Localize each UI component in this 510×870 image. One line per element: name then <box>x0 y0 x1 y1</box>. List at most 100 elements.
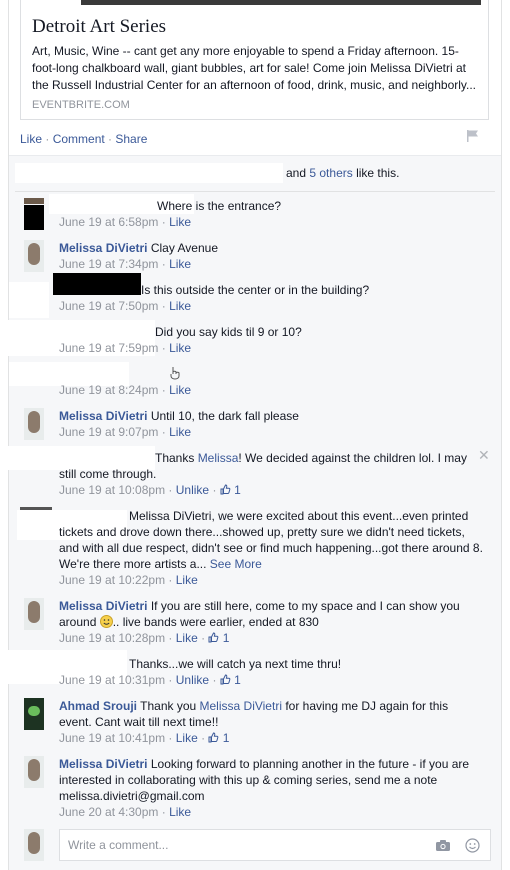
like-count[interactable]: 1 <box>234 673 241 687</box>
comment-meta: June 19 at 8:24pm · Like <box>59 383 192 397</box>
comment-body: Thanks <box>155 451 198 465</box>
comment-body: Clay Avenue <box>150 241 219 255</box>
comment-body: ! We decided against the children lol. I… <box>59 451 467 481</box>
like-link[interactable]: Like <box>20 132 42 146</box>
separator: · <box>42 132 53 146</box>
comment-like-link[interactable]: Like <box>176 573 198 587</box>
comment-meta: June 19 at 10:41pm · Like · 1 <box>59 731 230 745</box>
comment-item: Is this outside the center or in the bui… <box>9 273 501 318</box>
comment-time[interactable]: June 19 at 10:31pm <box>59 673 165 687</box>
comment-like-link[interactable]: Like <box>176 631 198 645</box>
comment-time[interactable]: June 19 at 9:07pm <box>59 425 158 439</box>
comment-time[interactable]: June 19 at 10:28pm <box>59 631 165 645</box>
comment-time[interactable]: June 19 at 7:59pm <box>59 341 158 355</box>
comment-like-link[interactable]: Like <box>169 341 191 355</box>
comment-like-link[interactable]: Like <box>169 257 191 271</box>
redaction <box>53 273 141 295</box>
mention-link[interactable]: Melissa <box>198 451 239 465</box>
comment-item: June 19 at 8:24pm · Like <box>9 362 501 402</box>
like-count[interactable]: 1 <box>234 483 241 497</box>
mention-link[interactable]: Melissa DiVietri <box>200 699 282 713</box>
comment-author[interactable]: Melissa DiVietri <box>59 241 148 255</box>
emoji-smile-icon <box>99 615 113 628</box>
comment-meta: June 19 at 10:22pm · Like <box>59 573 198 587</box>
comment-time[interactable]: June 19 at 7:34pm <box>59 257 158 271</box>
comment-time[interactable]: June 20 at 4:30pm <box>59 805 158 819</box>
comment-like-link[interactable]: Unlike <box>176 483 209 497</box>
comment-time[interactable]: June 19 at 8:24pm <box>59 383 158 397</box>
comment-like-link[interactable]: Like <box>169 215 191 229</box>
comment-input[interactable] <box>66 837 430 853</box>
avatar[interactable] <box>24 698 44 730</box>
comment-text: Thanks Melissa! We decided against the c… <box>59 450 484 482</box>
avatar[interactable] <box>24 240 44 272</box>
like-thumb-icon <box>208 632 219 643</box>
likes-others-link[interactable]: 5 others <box>309 166 352 180</box>
comment-time[interactable]: June 19 at 10:41pm <box>59 731 165 745</box>
comment-time[interactable]: June 19 at 10:08pm <box>59 483 165 497</box>
comment-author[interactable]: Ahmad Srouji <box>59 699 137 713</box>
emoji-icon[interactable] <box>465 838 480 853</box>
comment-text: Thanks...we will catch ya next time thru… <box>129 657 342 671</box>
like-count[interactable]: 1 <box>223 731 230 745</box>
comment-item: Ahmad Srouji Thank you Melissa DiVietri … <box>9 698 501 750</box>
redaction <box>9 282 49 318</box>
comment-body: Thank you <box>140 699 200 713</box>
comment-text: Is this outside the center or in the bui… <box>141 283 370 297</box>
post-card: Detroit Art Series Art, Music, Wine -- c… <box>0 0 510 870</box>
see-more-link[interactable]: See More <box>210 557 262 571</box>
comment-meta: June 19 at 10:28pm · Like · 1 <box>59 631 230 645</box>
preview-source: EVENTBRITE.COM <box>32 99 130 111</box>
comment-like-link[interactable]: Like <box>169 383 191 397</box>
likes-suffix: like this. <box>356 166 400 180</box>
divider <box>15 191 495 192</box>
comment-text: Where is the entrance? <box>157 199 282 213</box>
card-border-right <box>501 0 502 870</box>
comment-item: Melissa DiVietri If you are still here, … <box>9 598 501 650</box>
comment-meta: June 19 at 6:58pm · Like <box>59 215 192 229</box>
share-link[interactable]: Share <box>115 132 147 146</box>
avatar[interactable] <box>24 408 44 440</box>
preview-image[interactable] <box>81 0 481 5</box>
comment-like-link[interactable]: Like <box>176 731 198 745</box>
avatar[interactable] <box>24 756 44 788</box>
link-preview[interactable]: Detroit Art Series Art, Music, Wine -- c… <box>20 0 489 120</box>
comment-text: Ahmad Srouji Thank you Melissa DiVietri … <box>59 698 484 730</box>
like-count[interactable]: 1 <box>223 631 230 645</box>
composer-avatar[interactable] <box>24 829 44 861</box>
comment-author[interactable]: Melissa DiVietri <box>59 409 148 423</box>
likes-summary: and 5 others like this. <box>286 166 399 180</box>
comment-time[interactable]: June 19 at 7:50pm <box>59 299 158 313</box>
comment-text: Melissa DiVietri If you are still here, … <box>59 598 484 630</box>
comment-item: Thanks Melissa! We decided against the c… <box>0 446 501 502</box>
preview-description: Art, Music, Wine -- cant get any more en… <box>32 44 477 92</box>
like-thumb-icon <box>220 484 231 495</box>
avatar[interactable] <box>24 198 44 230</box>
like-thumb-icon <box>208 732 219 743</box>
flag-icon[interactable] <box>466 129 480 143</box>
comment-like-link[interactable]: Unlike <box>176 673 209 687</box>
comment-like-link[interactable]: Like <box>169 299 191 313</box>
preview-title[interactable]: Detroit Art Series <box>32 16 166 38</box>
close-icon[interactable]: ✕ <box>478 447 490 464</box>
comment-item: Did you say kids til 9 or 10? June 19 at… <box>5 320 501 360</box>
avatar[interactable] <box>24 598 44 630</box>
comment-link[interactable]: Comment <box>53 132 105 146</box>
comment-composer[interactable] <box>59 829 491 861</box>
comment-text: Melissa DiVietri Looking forward to plan… <box>59 756 484 804</box>
comment-text: Did you say kids til 9 or 10? <box>155 325 302 339</box>
camera-icon[interactable] <box>435 839 451 852</box>
comment-author[interactable]: Melissa DiVietri <box>59 757 148 771</box>
like-thumb-icon <box>220 674 231 685</box>
comment-meta: June 19 at 10:08pm · Unlike · 1 <box>59 483 241 497</box>
hand-cursor-icon <box>170 367 180 380</box>
redaction <box>15 163 283 183</box>
comment-like-link[interactable]: Like <box>169 805 191 819</box>
comment-meta: June 19 at 7:50pm · Like <box>59 299 192 313</box>
comment-time[interactable]: June 19 at 10:22pm <box>59 573 165 587</box>
comment-text: Melissa DiVietri Clay Avenue <box>59 240 484 256</box>
comment-like-link[interactable]: Like <box>169 425 191 439</box>
comment-time[interactable]: June 19 at 6:58pm <box>59 215 158 229</box>
comment-author[interactable]: Melissa DiVietri <box>59 599 148 613</box>
comment-meta: June 19 at 9:07pm · Like <box>59 425 192 439</box>
